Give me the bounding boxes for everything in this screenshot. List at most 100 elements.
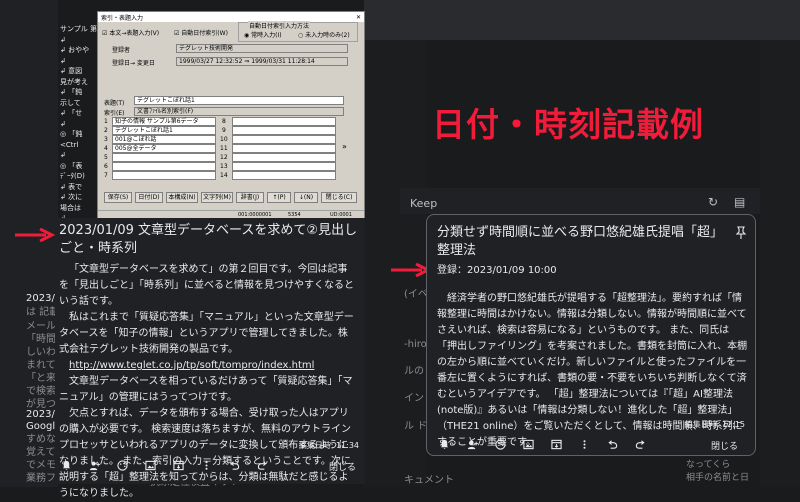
grid-num: 1 (104, 118, 108, 125)
grid-cell[interactable] (232, 135, 336, 144)
image-icon[interactable] (521, 437, 535, 451)
left-note-paragraph: 私はこれまで「質疑応答集」「マニュアル」といった文章型データベースを「知子の情報… (59, 312, 354, 355)
grid-cell[interactable] (232, 171, 336, 180)
grid-cell[interactable] (232, 144, 336, 153)
grid-num: 9 (222, 127, 226, 134)
bg-snippet: 「と来 (26, 373, 56, 384)
grid-cell[interactable] (232, 126, 336, 135)
left-note-paragraph: 欠点とすれば、データを頒布する場合、受け取った人はアプリの購入が必要です。 検索… (59, 408, 351, 499)
left-note-link[interactable]: http://www.teglet.co.jp/tp/soft/tompro/i… (59, 358, 357, 374)
undo-icon[interactable] (227, 458, 241, 472)
redo-icon[interactable] (255, 458, 269, 472)
palette-icon[interactable] (493, 437, 507, 451)
title-field[interactable]: テグレットこぼれ話1 (134, 96, 344, 105)
grid-num: 8 (222, 118, 226, 125)
bg-snippet: 相手の名前と日 (686, 473, 750, 483)
grid-num: 13 (220, 163, 228, 170)
close-dialog-button[interactable]: 閉じる(C) (321, 192, 357, 203)
bg-snippet: 覚えて (26, 447, 56, 458)
archive-icon[interactable] (549, 437, 563, 451)
bg-snippet: ル ド (404, 421, 428, 432)
grid-cell[interactable]: テグレットこぼれ話1 (112, 126, 216, 135)
redo-icon[interactable] (633, 437, 647, 451)
bg-snippet: ルの (404, 366, 424, 377)
save-button[interactable]: 保存(S) (104, 192, 132, 203)
refresh-icon[interactable]: ↻ (708, 196, 718, 209)
dictionary-button[interactable]: 辞書(J) (236, 192, 264, 203)
right-note-close-button[interactable]: 閉じる (711, 439, 738, 452)
keep-logo-label: Keep (410, 197, 438, 210)
auto-date-group-label: 自動日付索引入力方法 (248, 21, 311, 30)
bg-snippet: (イベ (404, 289, 428, 300)
grid-num: 12 (220, 154, 228, 161)
left-note-link-text[interactable]: http://www.teglet.co.jp/tp/soft/tompro/i… (69, 360, 314, 371)
grid-cell[interactable] (232, 153, 336, 162)
background-keep-header (400, 188, 760, 214)
bg-snippet: まれて (26, 360, 56, 371)
down-button[interactable]: ↓(N) (294, 192, 318, 203)
dialog-left-margin-text: サンプル 第 ↲ ↲ おやや ↲ ↲ 意図 見が考え ↲ 「鈍 示して ↲ 「せ… (60, 25, 98, 222)
grid-view-icon[interactable]: ▤ (734, 196, 745, 209)
person-add-icon[interactable] (87, 458, 101, 472)
index-field[interactable]: 文書ﾌｧｲﾙ名別索引(F) (134, 107, 344, 116)
radio-none-label: 未入力時のみ(2) (305, 32, 350, 39)
grid-cell[interactable] (112, 153, 216, 162)
left-note-title[interactable]: 2023/01/09 文章型データベースを求めて②見出しごと・時系列 (59, 222, 359, 258)
grid-cell[interactable]: 001@こぼれ話 (112, 135, 216, 144)
background-top-bar (364, 0, 800, 40)
grid-scroll-icon[interactable]: » (342, 142, 347, 151)
image-icon[interactable] (143, 458, 157, 472)
background-right-strip (760, 0, 800, 487)
more-vert-icon[interactable] (199, 458, 213, 472)
auto-title-checkbox[interactable]: ☑ 本文→表題入力(V) (102, 28, 159, 37)
bg-snippet: なってくら (686, 460, 731, 470)
grid-cell[interactable] (112, 162, 216, 171)
right-note-card: 分類せず時間順に並べる野口悠紀雄氏提唱「超」整理法 登録：2023/01/09 … (426, 214, 756, 456)
left-note-toolbar (59, 458, 283, 472)
grid-cell[interactable]: 005@全データ (112, 144, 216, 153)
date-button[interactable]: 日付(D) (135, 192, 163, 203)
dialog-title: 索引・表題入力 (101, 14, 144, 22)
person-add-icon[interactable] (465, 437, 479, 451)
bell-plus-icon[interactable] (437, 437, 451, 451)
title-label: 表題(T) (104, 100, 125, 107)
radio-always[interactable]: ◉ 常時入力(I) (244, 30, 282, 39)
registrant-field: テグレット技術開発 (176, 44, 348, 53)
grid-cell[interactable] (112, 171, 216, 180)
left-note-paragraph: 「文章型データベースを求めて」の第２回目です。今回は記事を「見出しごと」「時系列… (59, 264, 354, 307)
bg-snippet: でメモ (26, 460, 56, 471)
structure-button[interactable]: 本構成(N) (166, 192, 198, 203)
palette-icon[interactable] (115, 458, 129, 472)
radio-always-label: 常時入力(I) (251, 32, 282, 39)
right-note-registered-date[interactable]: 登録：2023/01/09 10:00 (437, 263, 557, 279)
string-button[interactable]: 文字列(M) (201, 192, 233, 203)
grid-num: 4 (104, 145, 108, 152)
left-note-edited-time: 編集日時: 11:34 (298, 441, 359, 450)
bell-plus-icon[interactable] (59, 458, 73, 472)
auto-date-checkbox[interactable]: ☑ 自動日付索引(W) (174, 28, 228, 37)
grid-num: 10 (220, 136, 228, 143)
bg-snippet: -hiro (404, 339, 427, 350)
left-note-close-button[interactable]: 閉じる (329, 460, 356, 473)
archive-icon[interactable] (171, 458, 185, 472)
radio-none[interactable]: ○ 未入力時のみ(2) (298, 30, 350, 39)
grid-cell[interactable] (232, 162, 336, 171)
left-note-card: 2023/01/09 文章型データベースを求めて②見出しごと・時系列 「文章型デ… (55, 218, 365, 499)
up-button[interactable]: ↑(P) (267, 192, 291, 203)
right-note-title[interactable]: 分類せず時間順に並べる野口悠紀雄氏提唱「超」整理法 (437, 224, 727, 260)
index-title-dialog: 索引・表題入力 ✕ ☑ 本文→表題入力(V) ☑ 自動日付索引(W) 自動日付索… (97, 11, 365, 220)
dialog-close-icon[interactable]: ✕ (356, 14, 361, 21)
bg-snippet: メール (26, 321, 56, 332)
undo-icon[interactable] (605, 437, 619, 451)
auto-date-label: 自動日付索引(W) (181, 30, 228, 37)
grid-num: 14 (220, 172, 228, 179)
grid-cell[interactable]: 知子の情報 サンプル第6データ (112, 117, 216, 126)
grid-cell[interactable] (232, 117, 336, 126)
pin-icon[interactable] (735, 225, 747, 239)
bg-snippet: すめな (26, 434, 56, 445)
bg-snippet: キュメント (404, 475, 454, 486)
bg-snippet: しいわ (26, 347, 56, 358)
bg-snippet: 「時間 (26, 334, 56, 345)
more-vert-icon[interactable] (577, 437, 591, 451)
dialog-titlebar: 索引・表題入力 ✕ (98, 12, 364, 22)
